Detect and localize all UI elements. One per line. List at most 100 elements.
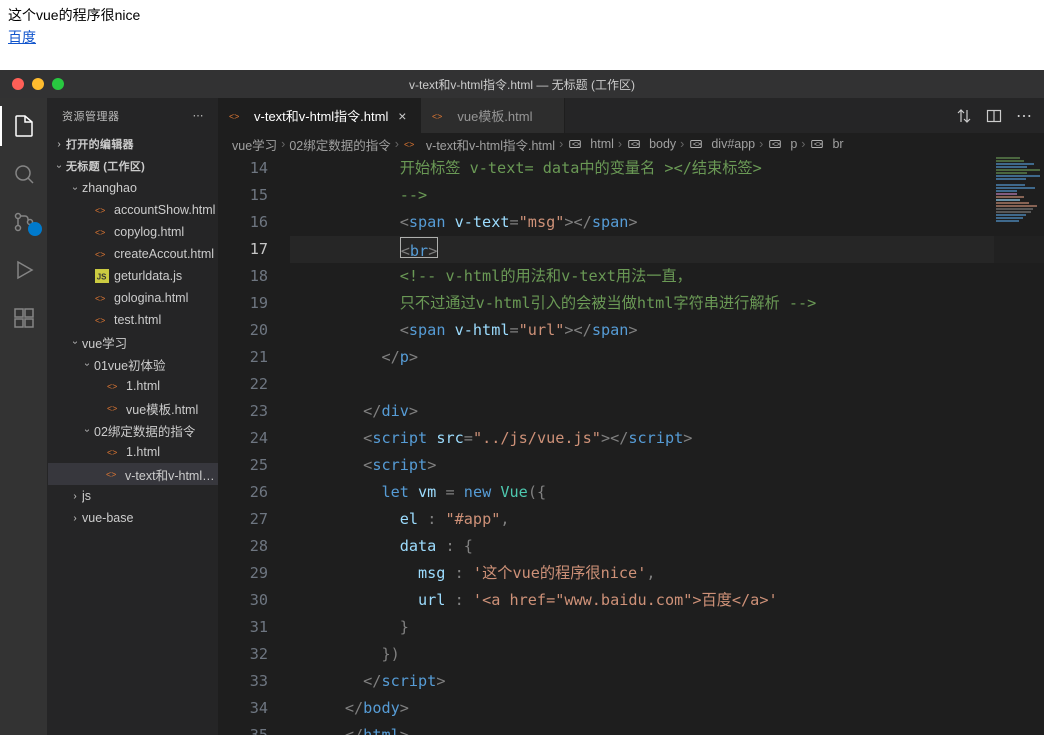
breadcrumb-item[interactable]: 02绑定数据的指令	[289, 135, 390, 154]
code-line[interactable]: }	[290, 614, 1044, 641]
html-file-icon: <>	[94, 246, 110, 262]
folder-item[interactable]: ›02绑定数据的指令	[48, 419, 218, 441]
compare-changes-icon[interactable]	[956, 108, 972, 124]
line-number: 30	[218, 587, 268, 614]
chevron-right-icon: ›	[759, 137, 763, 151]
code-line[interactable]: el : "#app",	[290, 506, 1044, 533]
breadcrumb-item[interactable]: <>v-text和v-html指令.html	[403, 135, 555, 154]
code-line[interactable]: data : {	[290, 533, 1044, 560]
editor-area: <>v-text和v-html指令.html×<>vue模板.html ⋯ vu…	[218, 98, 1044, 735]
code-line[interactable]: </body>	[290, 695, 1044, 722]
code-line[interactable]: -->	[290, 182, 1044, 209]
svg-text:<>: <>	[95, 250, 105, 260]
file-item[interactable]: <>copylog.html	[48, 221, 218, 243]
tree-item-label: accountShow.html	[114, 203, 215, 217]
svg-text:<>: <>	[107, 448, 117, 458]
tree-item-label: vue-base	[82, 511, 133, 525]
minimap[interactable]	[994, 155, 1044, 735]
code-editor[interactable]: 1415161718192021222324252627282930313233…	[218, 155, 1044, 735]
breadcrumb-item[interactable]: <>html	[567, 136, 614, 152]
code-line[interactable]: </div>	[290, 398, 1044, 425]
breadcrumb-item[interactable]: <>br	[809, 136, 843, 152]
code-line[interactable]: 只不过通过v-html引入的会被当做html字符串进行解析 -->	[290, 290, 1044, 317]
file-item[interactable]: <>createAccout.html	[48, 243, 218, 265]
tab-label: v-text和v-html指令.html	[254, 106, 388, 125]
folder-item[interactable]: ›zhanghao	[48, 177, 218, 199]
breadcrumb-label: 02绑定数据的指令	[289, 135, 390, 154]
folder-item[interactable]: ›js	[48, 485, 218, 507]
code-line[interactable]: </script>	[290, 668, 1044, 695]
breadcrumb-item[interactable]: <>body	[626, 136, 676, 152]
file-item[interactable]: <>test.html	[48, 309, 218, 331]
code-line[interactable]: 开始标签 v-text= data中的变量名 ></结束标签>	[290, 155, 1044, 182]
code-line[interactable]: })	[290, 641, 1044, 668]
chevron-right-icon: ›	[801, 137, 805, 151]
editor-more-icon[interactable]: ⋯	[1016, 106, 1032, 126]
search-icon[interactable]	[0, 154, 48, 194]
svg-text:<>: <>	[432, 111, 442, 121]
extensions-icon[interactable]	[0, 298, 48, 338]
browser-preview: 这个vue的程序很nice 百度	[0, 0, 1044, 70]
code-line[interactable]: msg : '这个vue的程序很nice',	[290, 560, 1044, 587]
close-window-button[interactable]	[12, 78, 24, 90]
split-editor-icon[interactable]	[986, 108, 1002, 124]
breadcrumb-label: html	[590, 137, 614, 151]
chevron-down-icon: ›	[70, 335, 81, 349]
editor-tab[interactable]: <>vue模板.html	[421, 98, 565, 133]
editor-tabs: <> v-text和v-html指令.html × <>vue模板.html ⋯	[218, 98, 1044, 133]
preview-link[interactable]: 百度	[8, 27, 36, 47]
workspace-section[interactable]: › 无标题 (工作区)	[48, 155, 218, 177]
maximize-window-button[interactable]	[52, 78, 64, 90]
tree-item-label: v-text和v-html指...	[125, 465, 218, 484]
editor-tab[interactable]: <>v-text和v-html指令.html×	[218, 98, 421, 133]
code-line[interactable]	[290, 371, 1044, 398]
line-number: 17	[218, 236, 268, 263]
file-item[interactable]: <>vue模板.html	[48, 397, 218, 419]
code-line[interactable]: <span v-html="url"></span>	[290, 317, 1044, 344]
code-line[interactable]: <span v-text="msg"></span>	[290, 209, 1044, 236]
chevron-down-icon: ›	[70, 181, 81, 195]
code-line[interactable]: </html>	[290, 722, 1044, 735]
html-file-icon: <>	[94, 312, 110, 328]
explorer-icon[interactable]	[0, 106, 48, 146]
chevron-right-icon: ›	[281, 137, 285, 151]
breadcrumb-item[interactable]: <>p	[767, 136, 797, 152]
file-item[interactable]: <>1.html	[48, 375, 218, 397]
line-number: 28	[218, 533, 268, 560]
code-line[interactable]: <br>	[290, 236, 1044, 263]
window-title: v-text和v-html指令.html — 无标题 (工作区)	[0, 76, 1044, 93]
file-item[interactable]: <>accountShow.html	[48, 199, 218, 221]
breadcrumb-label: body	[649, 137, 676, 151]
folder-item[interactable]: ›01vue初体验	[48, 353, 218, 375]
code-line[interactable]: <script src="../js/vue.js"></script>	[290, 425, 1044, 452]
tree-item-label: 02绑定数据的指令	[94, 421, 195, 440]
minimize-window-button[interactable]	[32, 78, 44, 90]
scm-badge	[28, 222, 42, 236]
code-line[interactable]: </p>	[290, 344, 1044, 371]
code-line[interactable]: <script>	[290, 452, 1044, 479]
line-number: 16	[218, 209, 268, 236]
code-line[interactable]: url : '<a href="www.baidu.com">百度</a>'	[290, 587, 1044, 614]
tag-icon: <>	[688, 136, 704, 152]
folder-item[interactable]: ›vue-base	[48, 507, 218, 529]
file-item[interactable]: <>1.html	[48, 441, 218, 463]
file-item[interactable]: <>gologina.html	[48, 287, 218, 309]
source-control-icon[interactable]	[0, 202, 48, 242]
code-content[interactable]: 开始标签 v-text= data中的变量名 ></结束标签> --> <spa…	[290, 155, 1044, 735]
open-editors-section[interactable]: › 打开的编辑器	[48, 133, 218, 155]
code-line[interactable]: <!-- v-html的用法和v-text用法一直，	[290, 263, 1044, 290]
tree-item-label: geturldata.js	[114, 269, 182, 283]
close-tab-icon[interactable]: ×	[394, 108, 410, 124]
file-item[interactable]: JSgeturldata.js	[48, 265, 218, 287]
folder-item[interactable]: ›vue学习	[48, 331, 218, 353]
file-tree: › 打开的编辑器 › 无标题 (工作区) ›zhanghao<>accountS…	[48, 133, 218, 529]
svg-text:<>: <>	[107, 404, 117, 414]
code-line[interactable]: let vm = new Vue({	[290, 479, 1044, 506]
chevron-right-icon: ›	[68, 491, 82, 502]
run-debug-icon[interactable]	[0, 250, 48, 290]
sidebar-more-icon[interactable]: ⋯	[193, 109, 205, 122]
file-item[interactable]: <>v-text和v-html指...	[48, 463, 218, 485]
breadcrumb-item[interactable]: vue学习	[232, 135, 277, 154]
breadcrumb-item[interactable]: <>div#app	[688, 136, 755, 152]
svg-text:<>: <>	[814, 142, 822, 149]
